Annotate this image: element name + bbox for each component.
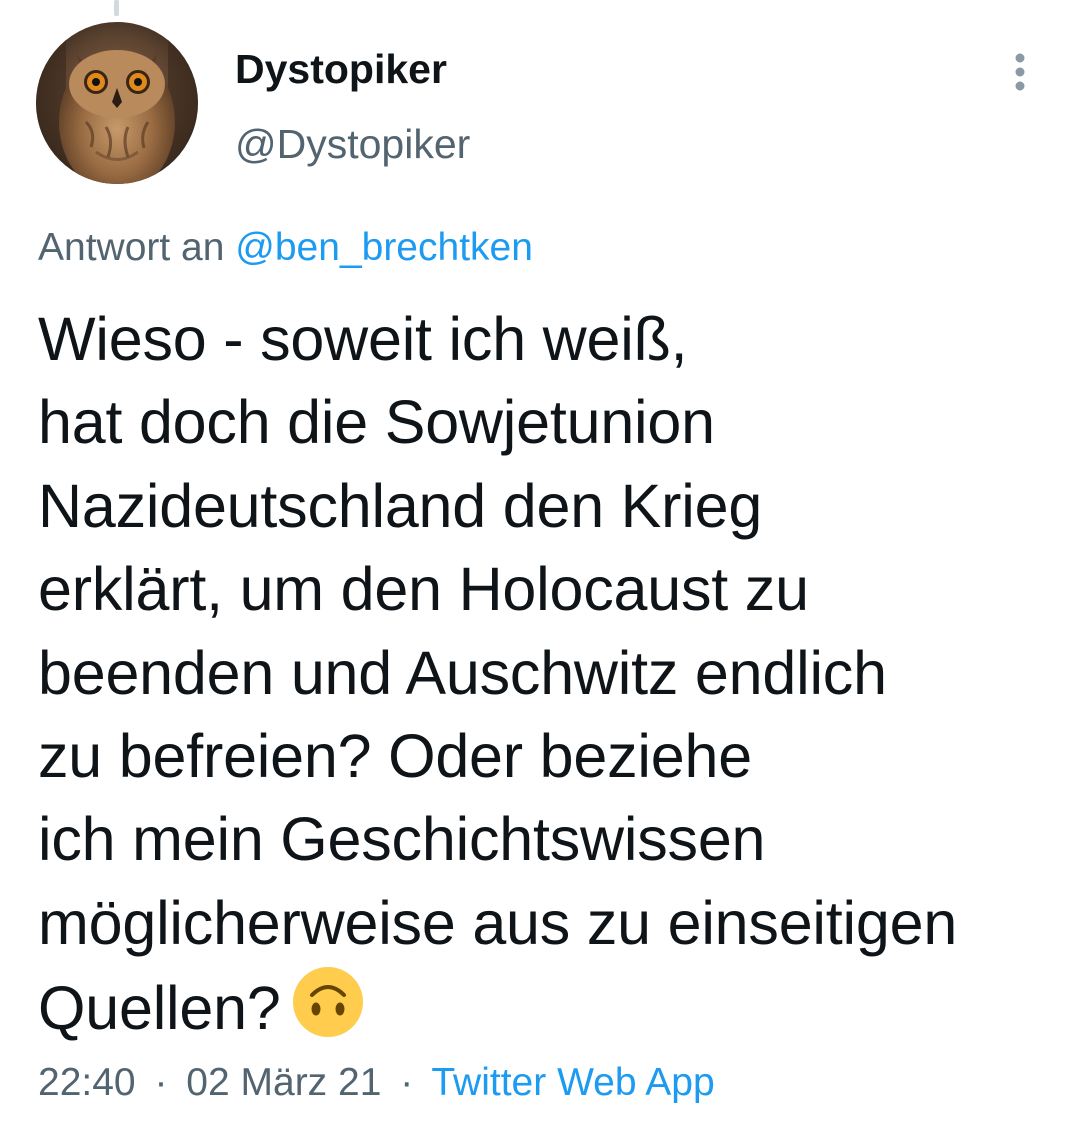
meta-separator: · <box>154 1061 168 1104</box>
tweet-text-line: Nazideutschland den Krieg <box>38 471 763 540</box>
reply-mention-link[interactable]: @ben_brechtken <box>235 226 533 269</box>
tweet-time[interactable]: 22:40 <box>38 1061 136 1104</box>
tweet-text-line: hat doch die Sowjetunion <box>38 388 715 457</box>
upside-down-face-emoji-icon <box>291 965 365 1060</box>
reply-prefix: Antwort an <box>38 226 225 269</box>
tweet-metadata: 22:40 · 02 März 21 · Twitter Web App <box>38 1057 715 1109</box>
tweet-source-link[interactable]: Twitter Web App <box>431 1061 714 1104</box>
reply-context: Antwort an @ben_brechtken <box>38 222 533 274</box>
tweet-text-line: möglicherweise aus zu einseitigen <box>38 888 958 957</box>
tweet-text-line: Quellen? <box>38 974 281 1043</box>
tweet-text-line: zu befreien? Oder beziehe <box>38 721 752 790</box>
owl-avatar-icon <box>36 22 198 184</box>
tweet-text-line: beenden und Auschwitz endlich <box>38 638 887 707</box>
meta-separator: · <box>400 1061 414 1104</box>
tweet-text-last-line: Quellen? <box>38 965 1068 1048</box>
thread-connector-line <box>114 0 119 16</box>
tweet-text: Wieso - soweit ich weiß, hat doch die So… <box>38 298 1068 1049</box>
more-options-button[interactable] <box>1000 48 1040 96</box>
tweet-text-line: ich mein Geschichtswissen <box>38 805 766 874</box>
tweet-text-line: Wieso - soweit ich weiß, <box>38 305 688 373</box>
author-handle[interactable]: @Dystopiker <box>235 118 470 170</box>
author-display-name[interactable]: Dystopiker <box>235 44 447 94</box>
tweet-text-line: erklärt, um den Holocaust zu <box>38 555 809 624</box>
tweet-date[interactable]: 02 März 21 <box>186 1061 381 1104</box>
author-avatar[interactable] <box>36 22 198 184</box>
vertical-ellipsis-icon <box>1015 53 1025 91</box>
